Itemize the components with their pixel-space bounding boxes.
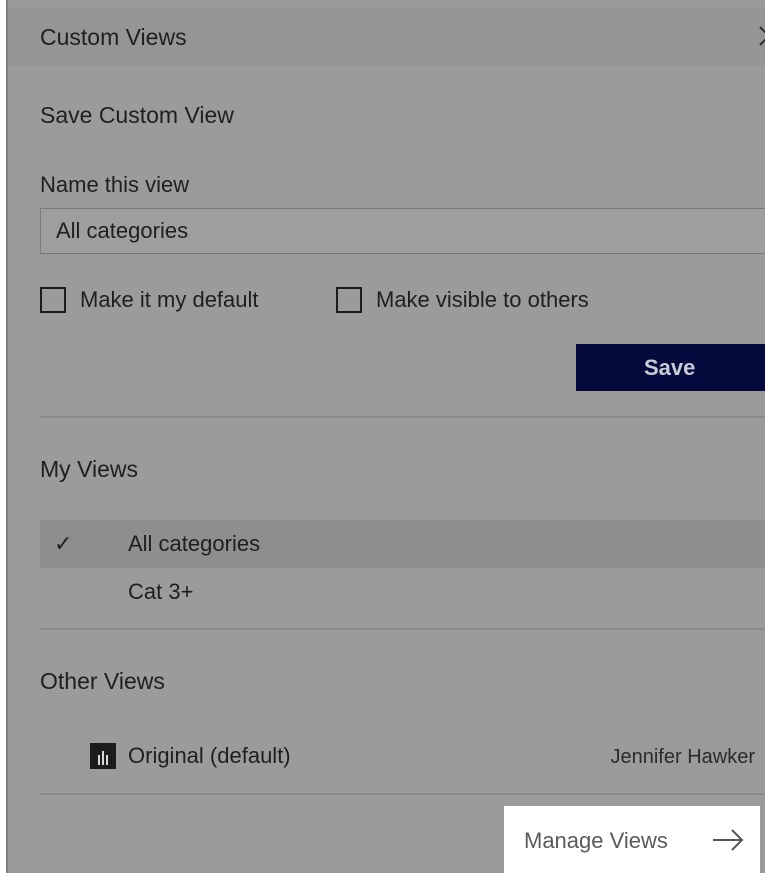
save-section-title: Save Custom View [40, 102, 234, 128]
panel-bottom-border [0, 873, 765, 879]
custom-views-panel: Custom Views Save Custom View Name this … [0, 0, 765, 879]
my-views-title: My Views [40, 456, 138, 482]
panel-left-border [0, 0, 8, 879]
default-checkbox-label: Make it my default [80, 287, 259, 312]
other-view-item[interactable]: Original (default) Jennifer Hawker [40, 732, 765, 780]
view-name-input[interactable] [40, 208, 765, 254]
view-thumbnail-icon [90, 743, 116, 769]
other-view-item-label: Original (default) [128, 743, 291, 768]
my-view-item[interactable]: Cat 3+ [40, 568, 765, 616]
manage-views-button[interactable]: Manage Views [504, 806, 760, 874]
manage-views-label: Manage Views [524, 828, 668, 853]
other-views-title: Other Views [40, 668, 165, 694]
selected-check-icon: ✓ [54, 531, 73, 556]
divider [40, 416, 765, 418]
panel-header: Custom Views [8, 8, 765, 66]
name-field-label: Name this view [40, 172, 190, 197]
view-owner-name: Jennifer Hawker [610, 746, 755, 768]
divider [40, 628, 765, 630]
visible-checkbox[interactable] [336, 287, 362, 313]
close-icon[interactable] [757, 24, 765, 48]
default-checkbox[interactable] [40, 287, 66, 313]
visible-checkbox-label: Make visible to others [376, 287, 589, 312]
save-button[interactable]: Save [576, 344, 765, 391]
divider [40, 793, 765, 795]
my-view-item[interactable]: ✓ All categories [40, 520, 765, 568]
visible-checkbox-row[interactable]: Make visible to others [336, 284, 589, 316]
my-view-item-label: All categories [128, 531, 261, 556]
my-view-item-label: Cat 3+ [128, 579, 194, 604]
default-checkbox-row[interactable]: Make it my default [40, 284, 259, 316]
panel-title: Custom Views [40, 24, 187, 50]
arrow-right-icon [713, 829, 744, 851]
